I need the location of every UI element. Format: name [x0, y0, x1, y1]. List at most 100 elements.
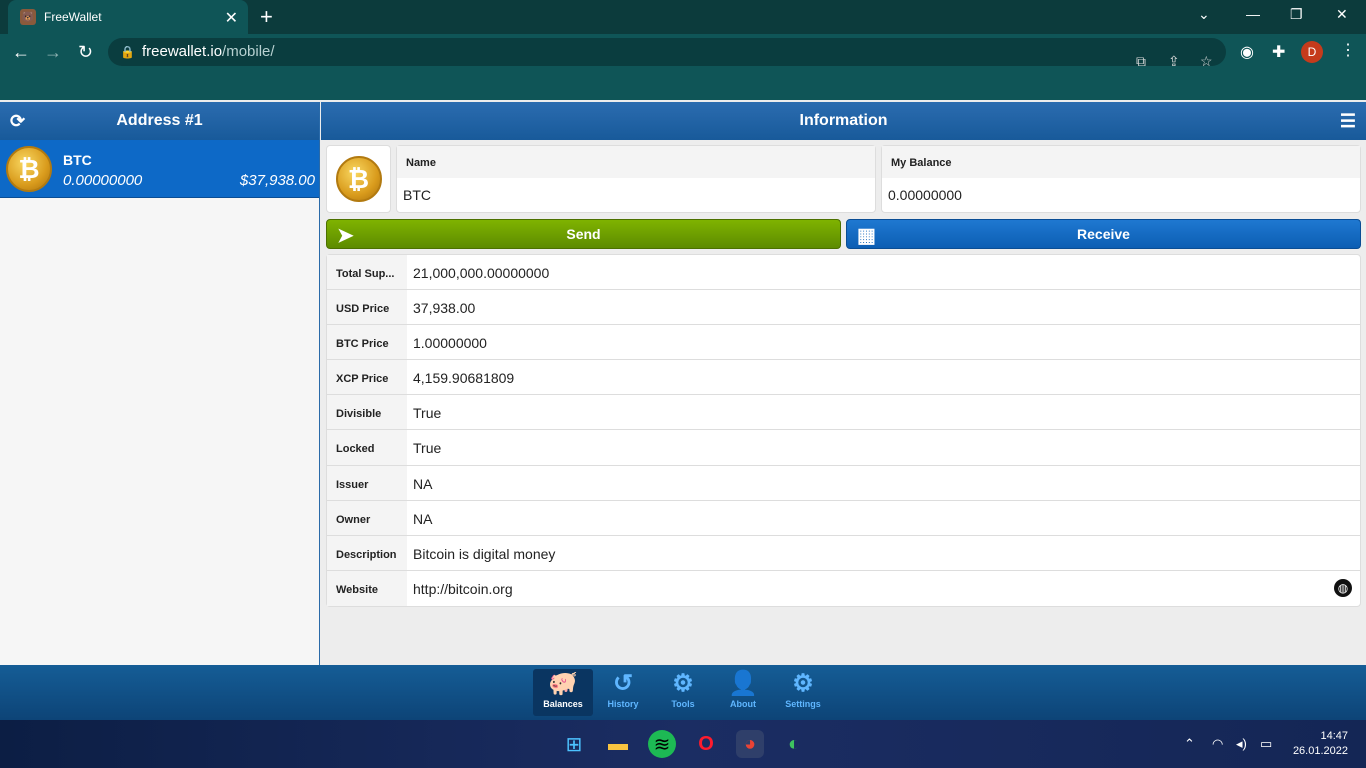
- receive-label: Receive: [1077, 226, 1130, 242]
- bookmark-star-icon[interactable]: ☆: [1200, 47, 1213, 75]
- app-globe-icon[interactable]: ◐: [780, 730, 808, 758]
- new-tab-icon[interactable]: +: [260, 4, 273, 30]
- nav-history[interactable]: ↺ History: [593, 669, 653, 716]
- os-taskbar: ⊞ ▬ ≋ O ◕ ◐ ⌃ ◠ ◂) ▭ 14:47 26.01.2022: [0, 720, 1366, 768]
- opera-icon[interactable]: O: [692, 730, 720, 758]
- asset-info-table: Total Sup... 21,000,000.00000000 USD Pri…: [326, 254, 1361, 607]
- restore-icon[interactable]: ❐: [1290, 6, 1303, 23]
- refresh-icon[interactable]: ⟳: [10, 111, 25, 132]
- close-window-icon[interactable]: ✕: [1336, 6, 1348, 23]
- windows-start-icon[interactable]: ⊞: [560, 730, 588, 758]
- nav-label: About: [730, 699, 756, 709]
- asset-name: BTC: [63, 152, 92, 168]
- nav-settings[interactable]: ⚙ Settings: [773, 669, 833, 716]
- nav-label: Tools: [671, 699, 695, 709]
- reload-icon[interactable]: ↻: [78, 42, 93, 63]
- translate-icon[interactable]: ⧉: [1136, 47, 1146, 75]
- close-tab-icon[interactable]: ✕: [225, 8, 238, 28]
- row-value: True: [413, 405, 442, 422]
- asset-list-item[interactable]: ₿ BTC 0.00000000 $37,938.00: [0, 140, 319, 198]
- battery-icon[interactable]: ▭: [1260, 736, 1272, 752]
- list-menu-icon[interactable]: ☰: [1340, 111, 1356, 132]
- lock-icon: 🔒: [120, 45, 135, 59]
- table-row: Total Sup... 21,000,000.00000000: [327, 255, 1360, 291]
- nav-tools[interactable]: ⚙ Tools: [653, 669, 713, 716]
- name-card: Name BTC: [396, 145, 876, 213]
- bottom-navigation: 🐖 Balances ↺ History ⚙ Tools 👤 About ⚙ S…: [0, 665, 1366, 720]
- nav-label: Balances: [543, 699, 583, 709]
- table-row: Divisible True: [327, 395, 1360, 431]
- extension-icon[interactable]: ◉: [1240, 42, 1254, 62]
- table-row: USD Price 37,938.00: [327, 290, 1360, 326]
- paper-plane-icon: ➤: [337, 225, 354, 247]
- back-icon[interactable]: ←: [12, 42, 30, 63]
- table-row: Issuer NA: [327, 465, 1360, 501]
- table-row: XCP Price 4,159.90681809: [327, 360, 1360, 396]
- asset-icon-card: ₿: [326, 145, 391, 213]
- table-row: Description Bitcoin is digital money: [327, 535, 1360, 571]
- website-link[interactable]: http://bitcoin.org: [413, 581, 513, 597]
- clock[interactable]: 14:47 26.01.2022: [1293, 729, 1348, 759]
- globe-icon[interactable]: ◍: [1334, 578, 1352, 597]
- spotify-icon[interactable]: ≋: [648, 730, 676, 758]
- table-row: Locked True: [327, 430, 1360, 466]
- nav-label: History: [607, 699, 639, 709]
- balance-label: My Balance: [882, 146, 1360, 178]
- name-value: BTC: [403, 187, 431, 203]
- favicon-icon: 🐻: [20, 9, 36, 25]
- row-key: Divisible: [327, 395, 407, 430]
- row-value: 21,000,000.00000000: [413, 265, 550, 281]
- balance-value: 0.00000000: [888, 187, 962, 203]
- asset-usd-value: $37,938.00: [239, 172, 315, 189]
- row-value: True: [413, 440, 442, 457]
- receive-button[interactable]: ▦ Receive: [846, 219, 1361, 249]
- tab-search-icon[interactable]: ⌄: [1198, 6, 1210, 23]
- nav-about[interactable]: 👤 About: [713, 669, 773, 716]
- chrome-icon[interactable]: ◕: [736, 730, 764, 758]
- tab-title: FreeWallet: [44, 10, 102, 24]
- gears-icon: ⚙: [672, 670, 694, 697]
- table-row: Owner NA: [327, 500, 1360, 536]
- share-icon[interactable]: ⇪: [1168, 47, 1180, 75]
- freewallet-app: ⟳ Address #1 ₿ BTC 0.00000000 $37,938.00…: [0, 102, 1366, 720]
- profile-avatar[interactable]: D: [1301, 41, 1323, 63]
- row-key: Website: [327, 570, 407, 606]
- address-header: ⟳ Address #1: [0, 102, 319, 140]
- file-explorer-icon[interactable]: ▬: [604, 730, 632, 758]
- piggy-bank-icon: 🐖: [548, 670, 578, 697]
- puzzle-extensions-icon[interactable]: ✚: [1272, 42, 1285, 62]
- browser-menu-icon[interactable]: ⋮: [1340, 40, 1356, 60]
- row-value: NA: [413, 475, 433, 492]
- row-value: 4,159.90681809: [413, 370, 515, 387]
- gear-icon: ⚙: [792, 670, 814, 697]
- send-label: Send: [566, 226, 601, 242]
- information-title: Information: [799, 112, 888, 129]
- minimize-icon[interactable]: —: [1246, 6, 1260, 22]
- row-key: XCP Price: [327, 360, 407, 395]
- row-value: 37,938.00: [413, 300, 476, 317]
- nav-balances[interactable]: 🐖 Balances: [533, 669, 593, 716]
- row-key: Description: [327, 535, 407, 570]
- row-value: NA: [413, 510, 433, 527]
- url-host: freewallet.io: [142, 43, 223, 60]
- row-value: Bitcoin is digital money: [413, 545, 556, 562]
- row-key: USD Price: [327, 290, 407, 325]
- information-panel: Information ☰ ₿ Name BTC My Balance 0.00…: [321, 102, 1366, 665]
- send-button[interactable]: ➤ Send: [326, 219, 841, 249]
- forward-icon[interactable]: →: [44, 42, 62, 63]
- wifi-icon[interactable]: ◠: [1212, 736, 1223, 752]
- volume-icon[interactable]: ◂): [1236, 736, 1247, 752]
- table-row: BTC Price 1.00000000: [327, 325, 1360, 361]
- address-title: Address #1: [116, 112, 203, 129]
- bitcoin-coin-icon: ₿: [6, 146, 52, 192]
- browser-tab[interactable]: 🐻 FreeWallet ✕: [8, 0, 248, 34]
- tray-chevron-icon[interactable]: ⌃: [1184, 736, 1195, 752]
- balances-panel: ⟳ Address #1 ₿ BTC 0.00000000 $37,938.00: [0, 102, 320, 665]
- website-row-value[interactable]: http://bitcoin.org ◍: [407, 571, 1360, 606]
- row-key: Total Sup...: [327, 255, 407, 290]
- user-icon: 👤: [728, 670, 758, 697]
- row-key: Issuer: [327, 465, 407, 500]
- row-key: BTC Price: [327, 325, 407, 360]
- address-bar[interactable]: 🔒 freewallet.io/mobile/ ⧉ ⇪ ☆: [108, 38, 1226, 69]
- bitcoin-coin-icon: ₿: [335, 156, 382, 202]
